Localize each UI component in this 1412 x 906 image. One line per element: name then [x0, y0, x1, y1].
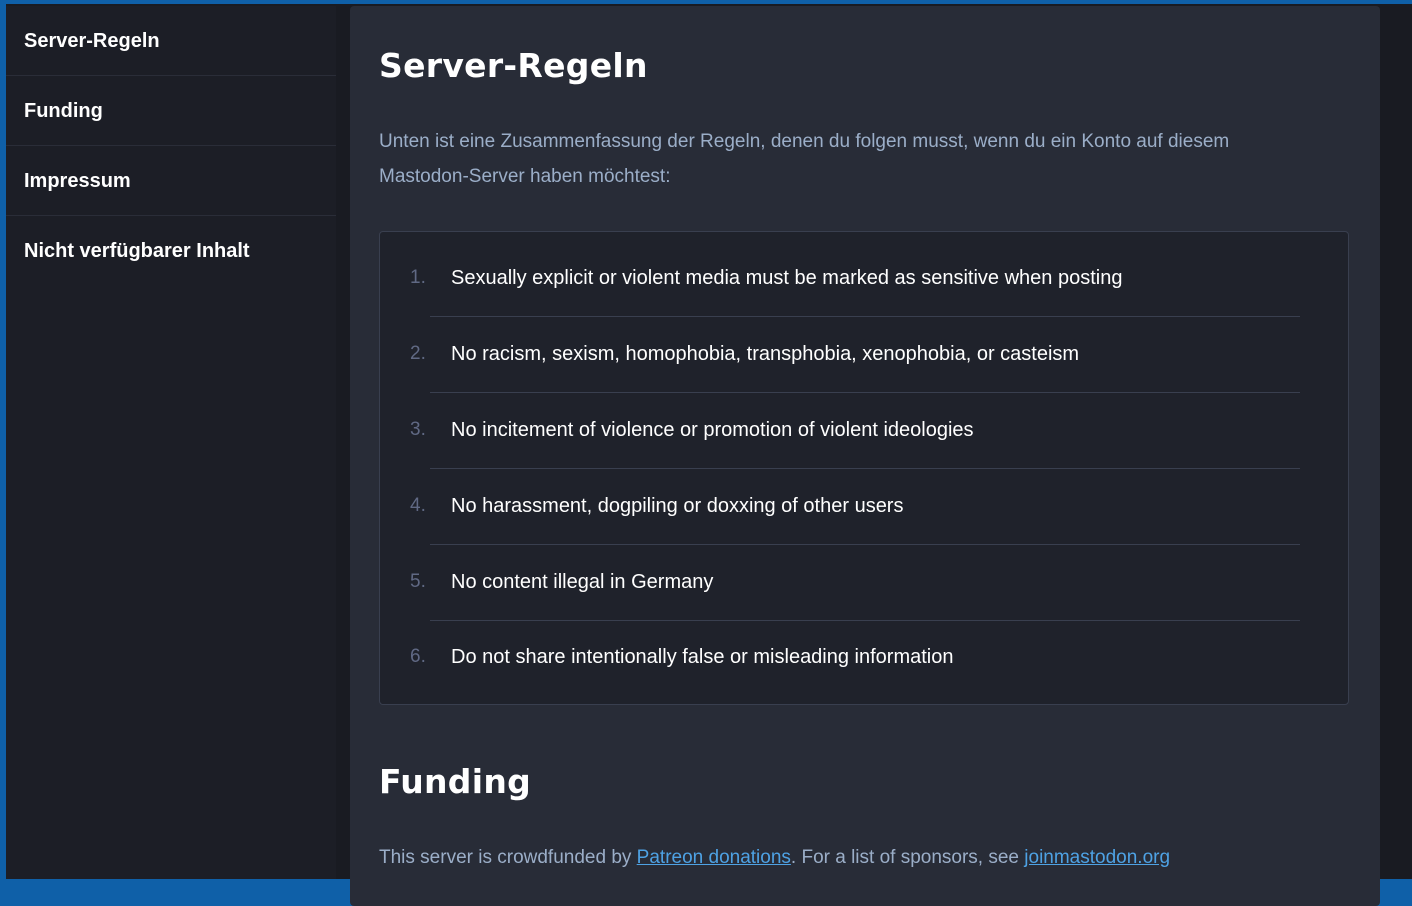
sidebar-item-server-regeln[interactable]: Server-Regeln [6, 6, 336, 76]
funding-text-before: This server is crowdfunded by [379, 847, 637, 868]
rules-heading: Server-Regeln [379, 46, 648, 85]
rule-number: 4. [410, 495, 426, 516]
rule-number: 5. [410, 571, 426, 592]
rule-number: 3. [410, 419, 426, 440]
rule-number: 2. [410, 343, 426, 364]
funding-text-middle: . For a list of sponsors, see [790, 847, 1025, 868]
rule-text: No racism, sexism, homophobia, transphob… [451, 343, 1080, 365]
sidebar-nav: Server-Regeln Funding Impressum Nicht ve… [6, 6, 336, 879]
funding-heading: Funding [379, 762, 532, 801]
rule-text: Sexually explicit or violent media must … [451, 267, 1123, 289]
main-content: Server-Regeln Unten ist eine Zusammenfas… [350, 6, 1380, 906]
sidebar-item-nicht-verfuegbarer-inhalt[interactable]: Nicht verfügbarer Inhalt [6, 216, 336, 286]
joinmastodon-link[interactable]: joinmastodon.org [1024, 847, 1170, 868]
rule-item: 4. No harassment, dogpiling or doxxing o… [410, 468, 1300, 545]
rule-item: 5. No content illegal in Germany [410, 544, 1300, 621]
rule-number: 1. [410, 267, 426, 288]
sidebar-item-impressum[interactable]: Impressum [6, 146, 336, 216]
funding-text: This server is crowdfunded by Patreon do… [379, 840, 1170, 875]
rule-number: 6. [410, 646, 426, 667]
rule-text: No harassment, dogpiling or doxxing of o… [451, 495, 904, 517]
sidebar-item-funding[interactable]: Funding [6, 76, 336, 146]
rule-text: No incitement of violence or promotion o… [451, 419, 974, 441]
rules-list-box: 1. Sexually explicit or violent media mu… [379, 231, 1349, 705]
right-gutter [1380, 6, 1412, 879]
app-frame: Server-Regeln Funding Impressum Nicht ve… [6, 4, 1412, 906]
rule-item: 1. Sexually explicit or violent media mu… [410, 240, 1300, 317]
rule-item: 3. No incitement of violence or promotio… [410, 392, 1300, 469]
rule-item: 2. No racism, sexism, homophobia, transp… [410, 316, 1300, 393]
rule-text: Do not share intentionally false or misl… [451, 646, 954, 668]
rule-item: 6. Do not share intentionally false or m… [410, 619, 1300, 695]
rules-intro: Unten ist eine Zusammenfassung der Regel… [379, 131, 1230, 187]
rule-text: No content illegal in Germany [451, 571, 714, 593]
patreon-donations-link[interactable]: Patreon donations [637, 847, 791, 868]
